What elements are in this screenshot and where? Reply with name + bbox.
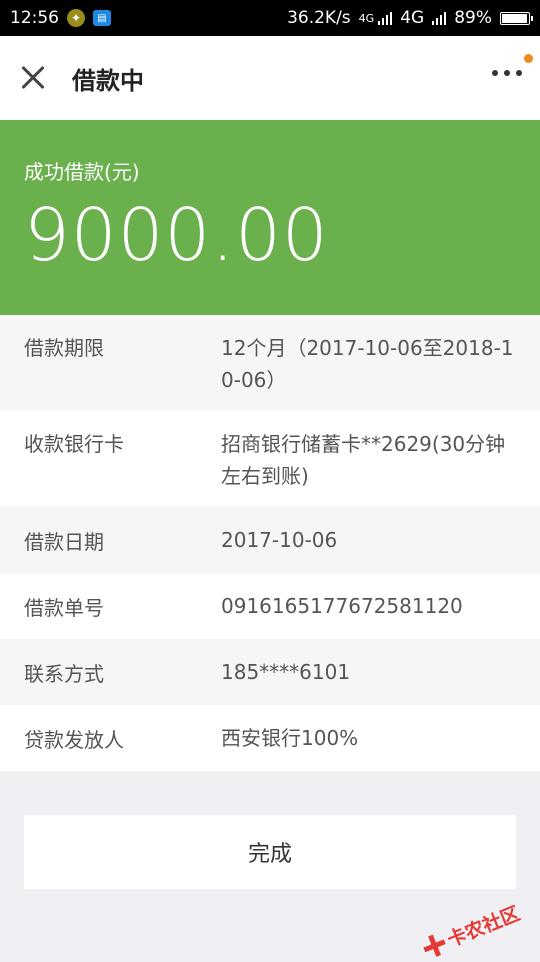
loan-amount-value: 9000.00 [24, 193, 329, 277]
status-time: 12:56 [10, 8, 59, 28]
detail-value: 2017-10-06 [221, 528, 338, 552]
detail-label: 借款期限 [24, 336, 104, 360]
battery-fill [502, 13, 527, 23]
notification-dot [524, 54, 533, 63]
detail-row-lender: 贷款发放人 西安银行100% [0, 705, 540, 771]
detail-row-order-number: 借款单号 0916165177672581120 [0, 573, 540, 639]
loan-amount-banner: 成功借款(元) 9000.00 [0, 120, 540, 315]
detail-label: 贷款发放人 [24, 727, 124, 752]
battery-percent: 89% [454, 8, 492, 28]
watermark: 卡农社区 [419, 899, 524, 962]
app-notification-icon: ✦ [67, 9, 85, 27]
detail-label: 联系方式 [24, 661, 104, 686]
signal-icon-1: 4G [359, 11, 393, 25]
status-bar-right: 36.2K/s 4G 4G 89% [287, 8, 533, 28]
detail-value: 12个月（2017-10-06至2018-10-06） [221, 336, 514, 392]
watermark-logo-icon [420, 931, 449, 960]
detail-row-bank-card: 收款银行卡 招商银行储蓄卡**2629(30分钟左右到账) [0, 411, 540, 507]
detail-row-term: 借款期限 12个月（2017-10-06至2018-10-06） [0, 315, 540, 411]
network-speed: 36.2K/s [287, 8, 351, 28]
detail-label: 借款日期 [24, 529, 104, 554]
detail-value: 0916165177672581120 [221, 594, 463, 618]
watermark-text: 卡农社区 [444, 902, 523, 952]
more-options-icon[interactable] [492, 70, 522, 76]
signal-net-label-1: 4G [358, 12, 375, 25]
detail-value: 185****6101 [221, 660, 351, 684]
loan-amount-label: 成功借款(元) [24, 160, 140, 184]
close-icon[interactable] [16, 61, 50, 95]
detail-label: 收款银行卡 [24, 432, 124, 456]
detail-value: 招商银行储蓄卡**2629(30分钟左右到账) [221, 432, 506, 488]
signal-net-label-2: 4G [400, 8, 425, 28]
spacer [0, 771, 540, 815]
status-bar: 12:56 ✦ ▤ 36.2K/s 4G 4G 89% [0, 0, 540, 36]
detail-row-date: 借款日期 2017-10-06 [0, 507, 540, 573]
loan-details-list: 借款期限 12个月（2017-10-06至2018-10-06） 收款银行卡 招… [0, 315, 540, 771]
detail-label: 借款单号 [24, 595, 104, 620]
page-title: 借款中 [72, 66, 144, 95]
battery-icon [500, 11, 533, 25]
detail-row-contact: 联系方式 185****6101 [0, 639, 540, 705]
nav-header: 借款中 [0, 36, 540, 120]
message-notification-icon: ▤ [93, 10, 111, 26]
status-bar-left: 12:56 ✦ ▤ [10, 8, 111, 28]
done-button[interactable]: 完成 [24, 815, 516, 889]
detail-value: 西安银行100% [221, 726, 359, 750]
signal-icon-2 [432, 11, 447, 25]
